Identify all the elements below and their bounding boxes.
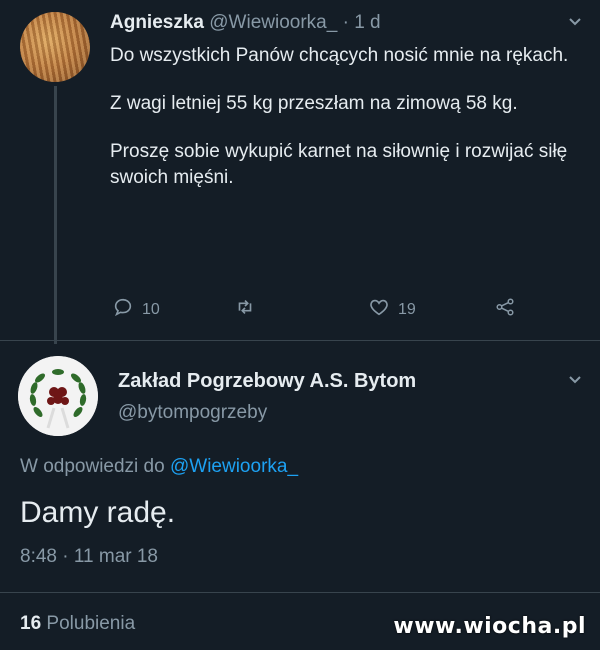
author-handle[interactable]: @bytompogrzeby <box>118 402 267 424</box>
avatar[interactable] <box>20 12 90 82</box>
retweet-icon <box>234 296 256 323</box>
likes-stat[interactable]: 16 Polubienia <box>20 613 135 635</box>
divider <box>0 592 600 593</box>
author-name[interactable]: Zakład Pogrzebowy A.S. Bytom <box>118 370 416 393</box>
time-ago[interactable]: · 1 d <box>343 12 381 33</box>
tweet-paragraph: Z wagi letniej 55 kg przeszłam na zimową… <box>110 93 518 114</box>
author-name[interactable]: Agnieszka <box>110 12 204 33</box>
avatar[interactable] <box>18 356 98 436</box>
reply-icon <box>112 296 134 323</box>
reply-button[interactable]: 10 <box>112 296 160 323</box>
like-button[interactable]: 19 <box>368 296 416 323</box>
in-reply-prefix: W odpowiedzi do <box>20 456 165 477</box>
likes-label: Polubienia <box>46 613 136 634</box>
author-handle[interactable]: @Wiewioorka_ <box>209 12 337 33</box>
wreath-icon <box>18 356 98 436</box>
timestamp[interactable]: 8:48 · 11 mar 18 <box>20 546 158 568</box>
tweet-paragraph: Proszę sobie wykupić karnet na siłownię … <box>110 141 568 188</box>
heart-icon <box>368 296 390 323</box>
tweet-paragraph: Do wszystkich Panów chcących nosić mnie … <box>110 45 569 66</box>
share-icon <box>494 296 516 323</box>
tweet-header: Agnieszka @Wiewioorka_ · 1 d <box>110 12 381 34</box>
tweet-actions: 10 19 <box>112 296 532 322</box>
thread-line <box>54 86 57 344</box>
chevron-down-icon[interactable] <box>568 14 582 30</box>
watermark: www.wiocha.pl <box>393 614 586 639</box>
like-count: 19 <box>398 300 416 318</box>
in-reply-to: W odpowiedzi do @Wiewioorka_ <box>20 456 298 478</box>
retweet-button[interactable] <box>234 296 256 323</box>
reply-text: Damy radę. <box>20 496 176 529</box>
divider <box>0 340 600 341</box>
tweet-text: Do wszystkich Panów chcących nosić mnie … <box>110 43 580 213</box>
reply-count: 10 <box>142 300 160 318</box>
in-reply-handle-link[interactable]: @Wiewioorka_ <box>170 456 298 477</box>
tweet-original[interactable]: Agnieszka @Wiewioorka_ · 1 d Do wszystki… <box>0 0 600 344</box>
share-button[interactable] <box>494 296 516 323</box>
likes-count: 16 <box>20 613 42 634</box>
chevron-down-icon[interactable] <box>568 372 582 388</box>
